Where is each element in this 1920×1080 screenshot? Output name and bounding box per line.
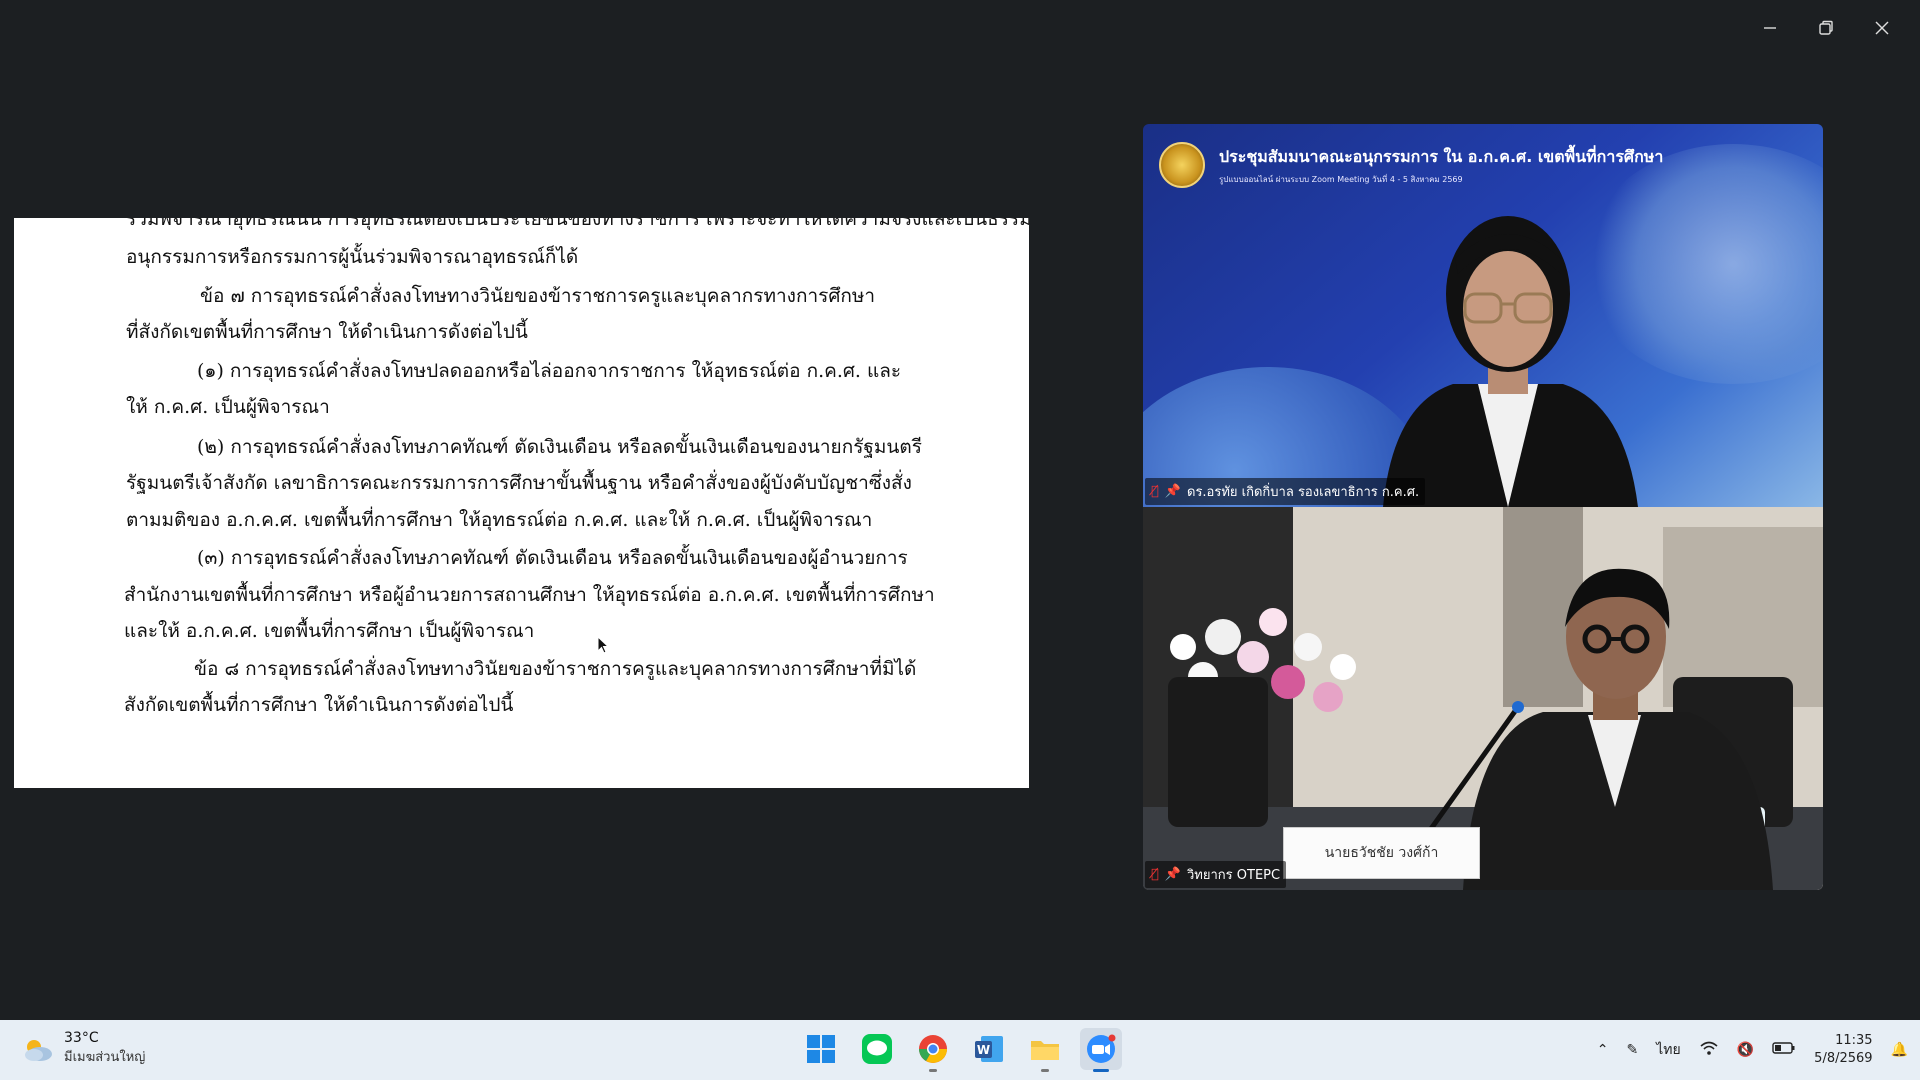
doc-line: สังกัดเขตพื้นที่การศึกษา ให้ดำเนินการดัง… xyxy=(124,694,514,716)
windows-icon xyxy=(807,1035,835,1063)
partly-cloudy-icon xyxy=(25,1039,52,1061)
mouse-cursor-icon xyxy=(597,636,610,654)
window-controls xyxy=(1742,10,1910,46)
weather-widget[interactable]: 33°C มีเมฆส่วนใหญ่ xyxy=(22,1030,145,1067)
wifi-glyph xyxy=(1700,1041,1718,1055)
minimize-button[interactable] xyxy=(1742,10,1798,46)
seal-icon xyxy=(1159,142,1205,188)
clock[interactable]: 11:35 5/8/2569 xyxy=(1814,1032,1872,1068)
doc-line: รัฐมนตรีเจ้าสังกัด เลขาธิการคณะกรรมการกา… xyxy=(126,472,912,494)
line-app[interactable] xyxy=(856,1028,898,1070)
video-tile-presenter[interactable]: นายธวัชชัย วงศ์ก้า 🎙̸ 📌 วิทยากร OTEPC xyxy=(1143,507,1823,890)
running-indicator xyxy=(1041,1069,1049,1072)
speaker-muted-icon[interactable]: 🔇 xyxy=(1737,1042,1754,1058)
word-app[interactable]: W xyxy=(968,1028,1010,1070)
participant-name-tag: 🎙̸ 📌 ดร.อรทัย เกิดกิ่บาล รองเลขาธิการ ก.… xyxy=(1145,478,1426,505)
input-language[interactable]: ไทย xyxy=(1656,1039,1680,1061)
doc-line: และให้ อ.ก.ค.ศ. เขตพื้นที่การศึกษา เป็นผ… xyxy=(124,620,535,642)
restore-icon xyxy=(1819,20,1833,35)
mic-muted-icon: 🎙̸ xyxy=(1151,484,1159,499)
doc-line: ที่สังกัดเขตพื้นที่การศึกษา ให้ดำเนินการ… xyxy=(126,321,528,343)
battery-icon[interactable] xyxy=(1772,1041,1796,1059)
participant-name: วิทยากร OTEPC xyxy=(1187,868,1281,883)
pin-icon: 📌 xyxy=(1164,484,1181,499)
restore-button[interactable] xyxy=(1798,10,1854,46)
doc-line: (๓) การอุทธรณ์คำสั่งลงโทษภาคทัณฑ์ ตัดเงิ… xyxy=(197,547,908,569)
file-explorer-app[interactable] xyxy=(1024,1028,1066,1072)
pen-icon[interactable]: ✎ xyxy=(1627,1042,1639,1058)
line-icon xyxy=(862,1034,892,1064)
chevron-up-icon[interactable]: ⌃ xyxy=(1597,1042,1609,1058)
close-icon xyxy=(1875,21,1889,35)
word-icon: W xyxy=(975,1036,1003,1062)
meeting-banner: ประชุมสัมมนาคณะอนุกรรมการ ใน อ.ก.ค.ศ. เข… xyxy=(1159,142,1663,188)
doc-line: (๑) การอุทธรณ์คำสั่งลงโทษปลดออกหรือไล่ออ… xyxy=(197,360,902,382)
participant-name: ดร.อรทัย เกิดกิ่บาล รองเลขาธิการ ก.ค.ศ. xyxy=(1187,485,1420,500)
doc-line: ร่วมพิจารณาอุทธรณ์นั้น การอุทธรณ์ต้องเป็… xyxy=(126,218,1029,230)
folder-icon xyxy=(1031,1041,1059,1060)
pin-icon: 📌 xyxy=(1164,867,1181,882)
taskbar-apps: W xyxy=(800,1028,1122,1072)
battery-glyph xyxy=(1772,1042,1795,1054)
running-indicator xyxy=(929,1069,937,1072)
placard-text: นายธวัชชัย วงศ์ก้า xyxy=(1324,845,1439,861)
clock-time: 11:35 xyxy=(1835,1033,1873,1048)
close-button[interactable] xyxy=(1854,10,1910,46)
doc-line: ข้อ ๗ การอุทธรณ์คำสั่งลงโทษทางวินัยของข้… xyxy=(200,285,876,307)
video-tile-speaker[interactable]: ประชุมสัมมนาคณะอนุกรรมการ ใน อ.ก.ค.ศ. เข… xyxy=(1143,124,1823,507)
doc-line: สำนักงานเขตพื้นที่การศึกษา หรือผู้อำนวยก… xyxy=(124,584,935,606)
doc-line: ให้ ก.ค.ศ. เป็นผู้พิจารณา xyxy=(126,396,330,418)
start-button[interactable] xyxy=(800,1028,842,1070)
wifi-icon[interactable] xyxy=(1699,1040,1719,1060)
zoom-icon xyxy=(1087,1034,1116,1063)
participant-video xyxy=(1383,216,1638,507)
mic-muted-icon: 🎙̸ xyxy=(1151,867,1159,882)
clock-date: 5/8/2569 xyxy=(1814,1051,1873,1066)
doc-line: อนุกรรมการหรือกรรมการผู้นั้นร่วมพิจารณาอ… xyxy=(126,246,579,268)
chrome-icon xyxy=(919,1035,947,1063)
running-indicator xyxy=(1093,1069,1109,1072)
banner-subtitle: รูปแบบออนไลน์ ผ่านระบบ Zoom Meeting วันท… xyxy=(1219,174,1463,184)
banner-title: ประชุมสัมมนาคณะอนุกรรมการ ใน อ.ก.ค.ศ. เข… xyxy=(1219,146,1664,166)
name-placard: นายธวัชชัย วงศ์ก้า xyxy=(1283,827,1480,879)
taskbar: 33°C มีเมฆส่วนใหญ่ W ⌃ ✎ ไทย 🔇 11:35 5/8… xyxy=(0,1020,1920,1080)
temperature: 33°C xyxy=(64,1030,99,1046)
doc-line: ข้อ ๘ การอุทธรณ์คำสั่งลงโทษทางวินัยของข้… xyxy=(194,658,917,680)
doc-line: ตามมติของ อ.ก.ค.ศ. เขตพื้นที่การศึกษา ให… xyxy=(126,509,873,531)
shared-document: ร่วมพิจารณาอุทธรณ์นั้น การอุทธรณ์ต้องเป็… xyxy=(14,218,1029,788)
minimize-icon xyxy=(1764,27,1776,29)
weather-description: มีเมฆส่วนใหญ่ xyxy=(64,1050,146,1065)
participant-name-tag: 🎙̸ 📌 วิทยากร OTEPC xyxy=(1145,861,1287,888)
doc-line: (๒) การอุทธรณ์คำสั่งลงโทษภาคทัณฑ์ ตัดเงิ… xyxy=(197,436,922,458)
notification-bell-icon[interactable]: 🔔 xyxy=(1891,1042,1908,1058)
chrome-app[interactable] xyxy=(912,1028,954,1072)
svg-text:W: W xyxy=(977,1043,990,1057)
system-tray: ⌃ ✎ ไทย 🔇 11:35 5/8/2569 🔔 xyxy=(1597,1020,1920,1080)
zoom-app[interactable] xyxy=(1080,1028,1122,1072)
